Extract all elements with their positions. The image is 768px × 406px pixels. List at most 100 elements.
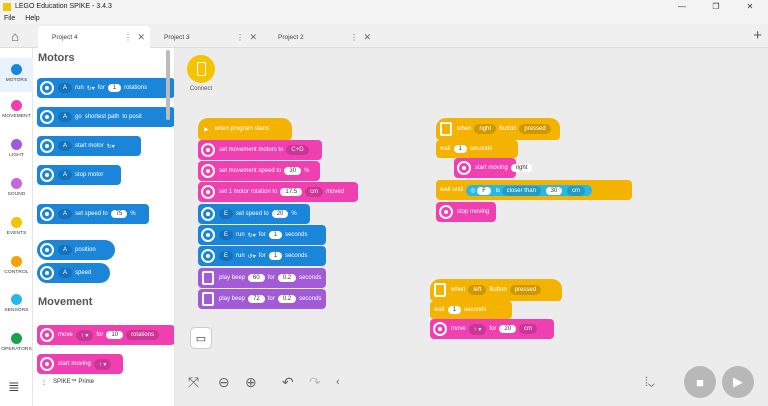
wheel-icon: [40, 328, 54, 342]
motor-icon: [40, 139, 54, 153]
wait-until-block[interactable]: wait until ◎ F is closer than 30 cm: [436, 180, 632, 200]
rotate-cw-icon[interactable]: ↻▾: [107, 143, 115, 150]
footer-menu-icon[interactable]: ⋮: [41, 379, 47, 386]
start-moving-block[interactable]: start moving right: [454, 158, 533, 178]
tab-project-4[interactable]: Project 4 ⋮ ✕: [38, 26, 150, 48]
play-beep-block-1[interactable]: play beep 60 for 0.2 seconds: [198, 268, 326, 288]
minimize-button[interactable]: —: [668, 0, 696, 13]
new-tab-button[interactable]: +: [753, 27, 762, 44]
hub-speaker-icon: [202, 292, 214, 306]
palette-scrollbar[interactable]: [166, 50, 170, 120]
move-for-block[interactable]: move ↑ ▾ for 20 cm: [430, 319, 554, 339]
category-control[interactable]: CONTROL: [0, 256, 33, 275]
palette-speed-reporter[interactable]: A speed: [37, 263, 110, 283]
play-button[interactable]: ▶: [722, 366, 754, 398]
category-movement[interactable]: MOVEMENT: [0, 100, 33, 119]
category-sound[interactable]: SOUND: [0, 178, 33, 197]
rotate-ccw-icon[interactable]: ↺▾: [248, 253, 256, 260]
when-program-starts-block[interactable]: ▶ when program starts: [198, 118, 292, 140]
monitor-icon[interactable]: ▭: [190, 327, 212, 349]
stop-moving-block[interactable]: stop moving: [436, 202, 496, 222]
arrow-up-icon[interactable]: ↑ ▾: [75, 329, 94, 341]
palette-position-reporter[interactable]: A position: [37, 240, 115, 260]
wheel-icon: [201, 185, 215, 199]
extensions-icon[interactable]: ≣: [8, 378, 24, 394]
motor-icon: [40, 266, 54, 280]
wait-seconds-block-2[interactable]: wait 1 seconds: [430, 301, 512, 319]
set-motor-rotation-block[interactable]: set 1 motor rotation to 17.5 cm moved: [198, 182, 358, 202]
tab-close-icon[interactable]: ✕: [363, 32, 371, 43]
set-speed-block[interactable]: E set speed to 20 %: [198, 204, 310, 224]
when-right-button-pressed-block[interactable]: when right Button pressed: [436, 118, 560, 140]
tab-menu-icon[interactable]: ⋮: [124, 33, 132, 42]
category-sensors[interactable]: SENSORS: [0, 294, 33, 313]
motor-icon: [201, 207, 215, 221]
distance-sensor-condition[interactable]: ◎ F is closer than 30 cm: [466, 184, 592, 196]
menu-file[interactable]: File: [4, 15, 15, 22]
hub-type-label: SPIKE™ Prime: [53, 379, 95, 385]
motor-icon: [40, 243, 54, 257]
maximize-button[interactable]: ❐: [702, 0, 730, 13]
rotate-cw-icon[interactable]: ↻▾: [87, 85, 95, 92]
tab-menu-icon[interactable]: ⋮: [236, 33, 244, 42]
tab-menu-icon[interactable]: ⋮: [350, 33, 358, 42]
events-dot-icon: [11, 217, 22, 228]
wheel-icon: [433, 322, 447, 336]
zoom-in-icon[interactable]: ⊕: [245, 374, 257, 391]
motor-icon: [40, 207, 54, 221]
palette-start-motor-block[interactable]: A start motor ↻▾: [37, 136, 141, 156]
run-ccw-block[interactable]: E run ↺▾ for 1 seconds: [198, 246, 326, 266]
connect-label: Connect: [189, 86, 213, 92]
zoom-out-icon[interactable]: ⊖: [218, 374, 230, 391]
category-operators[interactable]: OPERATORS: [0, 333, 33, 352]
close-window-button[interactable]: ✕: [736, 0, 764, 13]
tab-bar: ⌂ Project 4 ⋮ ✕ Project 3 ⋮ ✕ Project 2 …: [0, 24, 768, 48]
control-dot-icon: [11, 256, 22, 267]
palette-start-moving-block[interactable]: start moving ↑ ▾: [37, 354, 123, 374]
movement-dot-icon: [11, 100, 22, 111]
tab-close-icon[interactable]: ✕: [249, 32, 257, 43]
palette-go-shortest-path-block[interactable]: A go shortest path to posit: [37, 107, 174, 127]
set-movement-speed-block[interactable]: set movement speed to 30 %: [198, 161, 320, 181]
light-dot-icon: [11, 139, 22, 150]
palette-run-for-block[interactable]: A run ↻▾ for 1 rotations: [37, 78, 174, 98]
category-light[interactable]: LIGHT: [0, 139, 33, 158]
palette-stop-motor-block[interactable]: A stop motor: [37, 165, 121, 185]
sound-dot-icon: [11, 178, 22, 189]
menu-help[interactable]: Help: [25, 15, 39, 22]
play-beep-block-2[interactable]: play beep 72 for 0.2 seconds: [198, 289, 326, 309]
hub-footer: ⋮ SPIKE™ Prime: [33, 372, 175, 392]
redo-icon[interactable]: ↷: [309, 374, 321, 391]
undo-icon[interactable]: ↶: [282, 374, 294, 391]
category-bar: MOTORS MOVEMENT LIGHT SOUND EVENTS CONTR…: [0, 48, 33, 406]
palette-move-block[interactable]: move ↑ ▾ for 10 rotations: [37, 325, 174, 345]
hub-status-icon[interactable]: ⦙⌄: [645, 374, 655, 390]
arrow-up-icon[interactable]: ↑ ▾: [93, 358, 112, 370]
tab-project-2[interactable]: Project 2 ⋮ ✕: [264, 26, 376, 48]
tab-project-3[interactable]: Project 3 ⋮ ✕: [150, 26, 262, 48]
palette-set-speed-block[interactable]: A set speed to 75 %: [37, 204, 149, 224]
home-icon[interactable]: ⌂: [5, 28, 25, 44]
category-motors[interactable]: MOTORS: [0, 58, 33, 92]
set-movement-motors-block[interactable]: set movement motors to C+D: [198, 140, 322, 160]
collapse-arrow-icon[interactable]: ‹: [336, 376, 340, 388]
recenter-icon[interactable]: ⤧: [188, 374, 199, 391]
rotate-cw-icon[interactable]: ↻▾: [248, 232, 256, 239]
tab-label: Project 2: [278, 33, 304, 41]
motor-icon: [201, 249, 215, 263]
run-cw-block[interactable]: E run ↻▾ for 1 seconds: [198, 225, 326, 245]
tab-close-icon[interactable]: ✕: [137, 32, 145, 43]
wait-seconds-block[interactable]: wait 1 seconds: [436, 140, 518, 158]
wheel-icon: [201, 143, 215, 157]
sensors-dot-icon: [11, 294, 22, 305]
stop-button[interactable]: ■: [684, 366, 716, 398]
when-left-button-pressed-block[interactable]: when left Button pressed: [430, 279, 562, 301]
arrow-up-icon[interactable]: ↑ ▾: [468, 323, 487, 335]
category-events[interactable]: EVENTS: [0, 217, 33, 236]
connect-button[interactable]: [187, 55, 215, 83]
play-flag-icon: ▶: [204, 126, 209, 133]
window-title: LEGO Education SPIKE - 3.4.3: [15, 3, 112, 10]
wheel-icon: [457, 161, 471, 175]
title-bar: LEGO Education SPIKE - 3.4.3: [0, 0, 768, 13]
menu-bar: File Help: [0, 13, 768, 24]
